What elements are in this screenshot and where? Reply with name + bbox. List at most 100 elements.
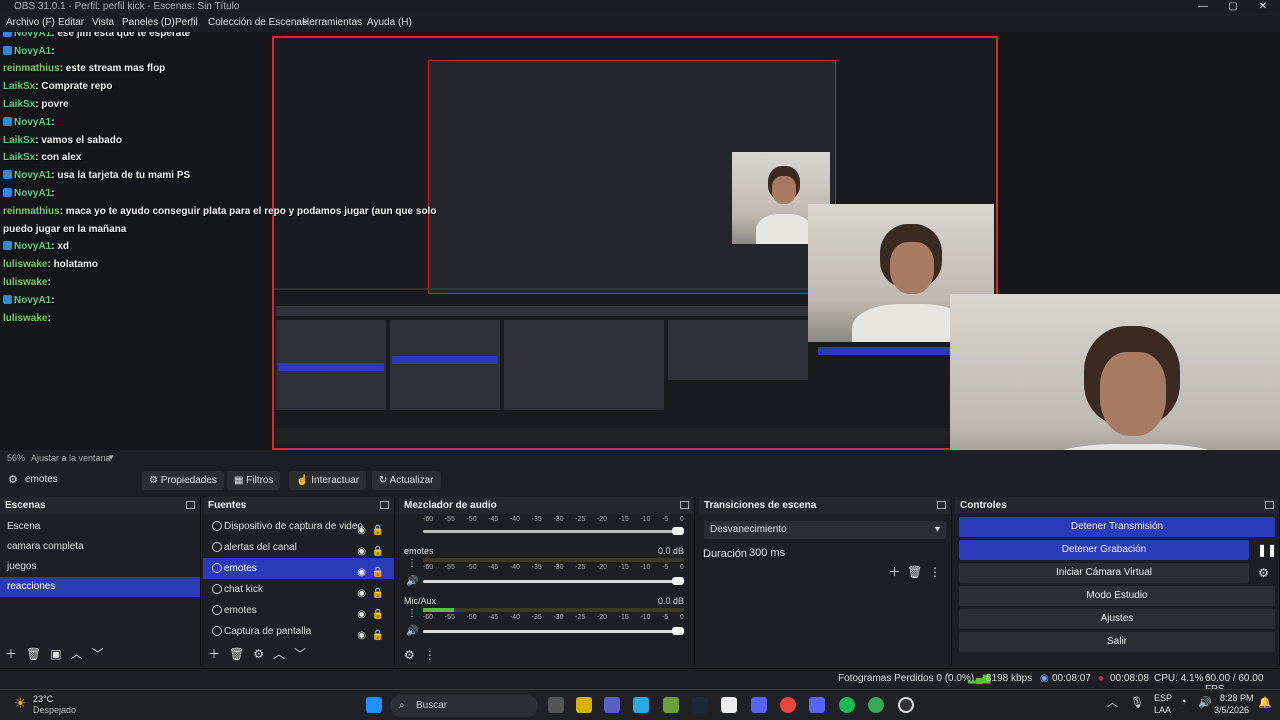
- chat-username: NovyA1: [14, 241, 52, 253]
- pause-icon[interactable]: ❚❚: [1257, 543, 1277, 561]
- teams-icon[interactable]: [604, 697, 620, 713]
- chevron-up-icon[interactable]: ︿: [1107, 694, 1118, 710]
- chrome-icon[interactable]: [780, 697, 796, 713]
- virtual-camera-button[interactable]: Iniciar Cámara Virtual: [959, 563, 1249, 583]
- scenes-title: Escenas: [5, 500, 46, 511]
- chat-text: :: [47, 312, 51, 324]
- chevron-down-icon[interactable]: ▾: [109, 452, 114, 463]
- menu-editar[interactable]: Editar: [58, 17, 84, 28]
- popout-icon[interactable]: [1265, 501, 1274, 509]
- notification-icon[interactable]: 🔔: [1258, 696, 1272, 709]
- gear-icon[interactable]: ⚙: [253, 647, 264, 661]
- volume-slider[interactable]: [423, 627, 684, 635]
- exit-button[interactable]: Salir: [959, 632, 1275, 652]
- down-icon[interactable]: ﹀: [92, 647, 104, 661]
- popout-icon[interactable]: [680, 501, 689, 509]
- windows-start-icon[interactable]: [366, 697, 382, 713]
- speaker-icon[interactable]: 🔊: [406, 626, 418, 637]
- lang-code[interactable]: ESP: [1154, 693, 1172, 703]
- obs-icon[interactable]: [898, 697, 914, 713]
- store-icon[interactable]: [721, 697, 737, 713]
- search-box[interactable]: ⌕ Buscar: [390, 695, 538, 717]
- maximize-button[interactable]: ▢: [1218, 0, 1248, 14]
- clock-date[interactable]: 3/5/2026: [1214, 705, 1249, 715]
- chrome-alt-icon[interactable]: [868, 697, 884, 713]
- scene-item[interactable]: camara completa: [0, 537, 200, 557]
- chat-message: NovyA1:: [3, 188, 55, 199]
- minecraft-icon[interactable]: [663, 697, 679, 713]
- filter-icon[interactable]: ▣: [50, 647, 61, 661]
- more-icon[interactable]: ⋮: [407, 608, 417, 619]
- source-item[interactable]: emotes ◉ 🔒: [203, 558, 394, 579]
- menu-coleccion[interactable]: Colección de Escenas: [208, 17, 307, 28]
- popout-icon[interactable]: [186, 501, 195, 509]
- filters-button[interactable]: ▦ Filtros: [227, 471, 281, 490]
- menu-paneles[interactable]: Paneles (D): [122, 17, 175, 28]
- source-item[interactable]: emotes ◉ 🔒: [203, 600, 394, 621]
- preview-canvas[interactable]: NovyA1: y hay 3 nuevosNovyA1: ese jim es…: [0, 32, 1280, 450]
- menu-perfil[interactable]: Perfil: [175, 17, 198, 28]
- minimize-button[interactable]: —: [1188, 0, 1218, 14]
- close-button[interactable]: ✕: [1248, 0, 1278, 14]
- more-icon[interactable]: ⋮: [424, 648, 436, 662]
- add-icon[interactable]: ＋: [208, 647, 220, 661]
- steam-icon[interactable]: [692, 697, 708, 713]
- zoom-label: Ajustar a la ventana: [31, 453, 111, 463]
- clock-time[interactable]: 8:28 PM: [1220, 693, 1254, 703]
- scene-item[interactable]: juegos: [0, 557, 200, 577]
- stop-recording-button[interactable]: Detener Grabación: [959, 540, 1249, 560]
- properties-button[interactable]: ⚙ Propiedades: [142, 471, 224, 490]
- mic-icon[interactable]: 🎙: [1130, 696, 1144, 709]
- lang-layout[interactable]: LAA: [1154, 705, 1171, 715]
- discord-icon[interactable]: [751, 697, 767, 713]
- db-tick: -55: [444, 516, 455, 523]
- add-icon[interactable]: ＋: [5, 647, 17, 661]
- settings-button[interactable]: Ajustes: [959, 609, 1275, 629]
- task-view-icon[interactable]: [548, 697, 564, 713]
- zoom-indicator[interactable]: 56% Ajustar a la ventana ▾: [0, 452, 420, 464]
- scene-item[interactable]: reacciones: [0, 577, 200, 597]
- speaker-icon[interactable]: 🔊: [406, 576, 418, 587]
- menu-vista[interactable]: Vista: [92, 17, 114, 28]
- up-icon[interactable]: ︿: [71, 647, 83, 661]
- down-icon[interactable]: ﹀: [294, 647, 306, 661]
- lock-icon[interactable]: 🔒: [372, 625, 384, 646]
- gear-icon[interactable]: ⚙: [1258, 566, 1269, 580]
- interact-button[interactable]: ☝ Interactuar: [289, 471, 367, 490]
- popout-icon[interactable]: [380, 501, 389, 509]
- wifi-icon[interactable]: ◔: [1180, 696, 1187, 708]
- spotify-icon[interactable]: [839, 697, 855, 713]
- source-item[interactable]: alertas del canal ◉ 🔒: [203, 537, 394, 558]
- stop-stream-button[interactable]: Detener Transmisión: [959, 517, 1275, 537]
- volume-slider[interactable]: [423, 577, 684, 585]
- duration-input[interactable]: 300 ms: [747, 543, 945, 563]
- db-ticks: -60 -55 -50 -45 -40 -35 -30 -25 -20 -15 -10 -5 0: [423, 614, 684, 621]
- chat-text: :: [51, 188, 55, 199]
- file-explorer-icon[interactable]: [576, 697, 592, 713]
- eye-icon[interactable]: ◉: [357, 625, 366, 646]
- mixer-settings-icon[interactable]: ⚙: [404, 648, 415, 662]
- volume-icon[interactable]: 🔊: [1198, 696, 1212, 709]
- source-item[interactable]: Dispositivo de captura de video ◉ 🔒: [203, 516, 394, 537]
- db-tick: -10: [640, 564, 651, 571]
- source-item[interactable]: chat kick ◉ 🔒: [203, 579, 394, 600]
- trash-icon[interactable]: 🗑: [229, 647, 244, 661]
- menu-archivo[interactable]: Archivo (F): [6, 17, 55, 28]
- trash-icon[interactable]: 🗑: [907, 565, 922, 579]
- more-icon[interactable]: ⋮: [407, 558, 417, 569]
- add-icon[interactable]: ＋: [888, 565, 900, 579]
- copilot-icon[interactable]: [633, 697, 649, 713]
- menu-ayuda[interactable]: Ayuda (H): [367, 17, 412, 28]
- popout-icon[interactable]: [937, 501, 946, 509]
- studio-mode-button[interactable]: Modo Estudio: [959, 586, 1275, 606]
- source-item[interactable]: Captura de pantalla ◉ 🔒: [203, 621, 394, 642]
- transition-select[interactable]: Desvanecimiento ▾: [704, 521, 946, 539]
- up-icon[interactable]: ︿: [273, 647, 285, 661]
- volume-slider[interactable]: [423, 527, 684, 535]
- scene-item[interactable]: Escena: [0, 517, 200, 537]
- refresh-button[interactable]: ↻ Actualizar: [372, 471, 441, 490]
- more-icon[interactable]: ⋮: [929, 565, 941, 579]
- menu-herramientas[interactable]: Herramientas: [302, 17, 362, 28]
- app-icon[interactable]: [809, 697, 825, 713]
- trash-icon[interactable]: 🗑: [26, 647, 41, 661]
